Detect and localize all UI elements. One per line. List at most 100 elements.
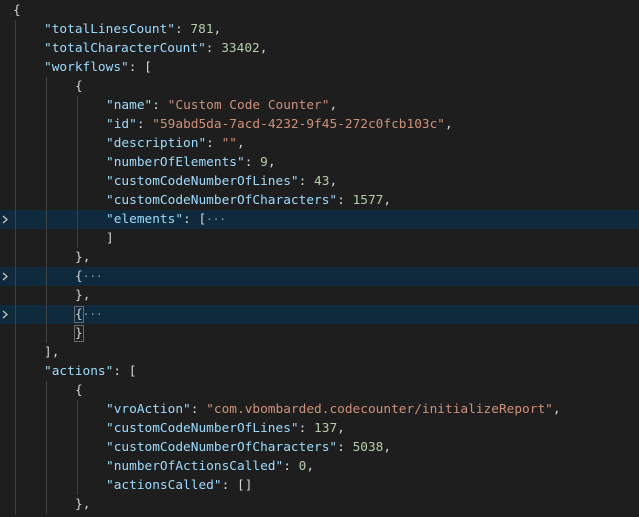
indent-guide <box>46 438 47 457</box>
json-punctuation: : [ <box>183 212 207 227</box>
indent-guide <box>15 400 16 419</box>
code-line[interactable]: ] <box>0 229 639 248</box>
indent-guide <box>15 58 16 77</box>
json-key: "workflows" <box>44 60 129 75</box>
chevron-right-icon[interactable] <box>1 272 10 281</box>
json-key: "customCodeNumberOfCharacters" <box>106 193 338 208</box>
code-line[interactable]: {··· <box>0 267 639 286</box>
json-number: 33402 <box>221 41 260 56</box>
code-line[interactable]: { <box>0 77 639 96</box>
code-text: }, <box>75 495 90 514</box>
indent-guide <box>77 400 78 419</box>
json-punctuation: , <box>329 98 338 113</box>
code-line[interactable]: "numberOfActionsCalled": 0, <box>0 457 639 476</box>
json-number: 1577 <box>352 193 384 208</box>
code-text: "description": "", <box>106 134 245 153</box>
json-key: "totalLinesCount" <box>44 22 175 37</box>
code-line[interactable]: }, <box>0 495 639 514</box>
indent-guide <box>46 267 47 286</box>
code-line[interactable]: { <box>0 381 639 400</box>
json-punctuation: , <box>383 193 392 208</box>
json-punctuation: } <box>74 325 84 342</box>
code-text: ] <box>106 229 114 248</box>
indent-guide <box>15 191 16 210</box>
code-line[interactable]: "totalCharacterCount": 33402, <box>0 39 639 58</box>
code-text: "totalCharacterCount": 33402, <box>44 39 267 58</box>
json-punctuation: : <box>152 98 168 113</box>
indent-guide <box>15 96 16 115</box>
json-punctuation: : <box>337 440 353 455</box>
json-punctuation: }, <box>75 250 91 265</box>
json-punctuation: : <box>337 193 353 208</box>
json-key: "numberOfActionsCalled" <box>106 459 284 474</box>
json-number: 137 <box>314 421 338 436</box>
folded-ellipsis[interactable]: ··· <box>83 308 103 321</box>
indent-guide <box>46 229 47 248</box>
indent-guide <box>46 400 47 419</box>
code-line[interactable]: "id": "59abd5da-7acd-4232-9f45-272c0fcb1… <box>0 115 639 134</box>
code-line[interactable]: "workflows": [ <box>0 58 639 77</box>
indent-guide <box>15 343 16 362</box>
indent-guide <box>77 210 78 229</box>
json-key: "id" <box>106 117 137 132</box>
indent-guide <box>77 438 78 457</box>
code-text: "numberOfActionsCalled": 0, <box>106 457 314 476</box>
indent-guide <box>46 476 47 495</box>
indent-guide <box>46 286 47 305</box>
json-key: "actionsCalled" <box>106 478 222 493</box>
indent-guide <box>15 20 16 39</box>
code-line[interactable]: {··· <box>0 305 639 324</box>
indent-guide <box>15 476 16 495</box>
code-line[interactable]: "customCodeNumberOfCharacters": 1577, <box>0 191 639 210</box>
indent-guide <box>46 324 47 343</box>
json-key: "elements" <box>106 212 184 227</box>
code-text: "customCodeNumberOfLines": 43, <box>106 172 337 191</box>
json-punctuation: , <box>306 459 315 474</box>
code-line[interactable]: "totalLinesCount": 781, <box>0 20 639 39</box>
json-number: 781 <box>190 22 214 37</box>
code-text: "actionsCalled": [] <box>106 476 252 495</box>
folded-ellipsis[interactable]: ··· <box>206 213 226 226</box>
code-line[interactable]: "customCodeNumberOfCharacters": 5038, <box>0 438 639 457</box>
code-line[interactable]: "description": "", <box>0 134 639 153</box>
indent-guide <box>77 457 78 476</box>
indent-guide <box>15 286 16 305</box>
code-line[interactable]: }, <box>0 248 639 267</box>
json-punctuation: : <box>298 421 315 436</box>
indent-guide <box>77 419 78 438</box>
indent-guide <box>15 305 16 324</box>
json-punctuation: : <box>244 155 261 170</box>
code-line[interactable]: "vroAction": "com.vbombarded.codecounter… <box>0 400 639 419</box>
code-line[interactable]: } <box>0 324 639 343</box>
indent-guide <box>15 438 16 457</box>
code-text: "customCodeNumberOfCharacters": 1577, <box>106 191 391 210</box>
code-text: "customCodeNumberOfCharacters": 5038, <box>106 438 391 457</box>
json-key: "actions" <box>44 364 114 379</box>
code-line[interactable]: }, <box>0 286 639 305</box>
code-editor[interactable]: {"totalLinesCount": 781, "totalCharacterC… <box>0 0 639 517</box>
json-punctuation: }, <box>75 288 91 303</box>
indent-guide <box>46 381 47 400</box>
code-line[interactable]: "actionsCalled": [] <box>0 476 639 495</box>
code-line[interactable]: { <box>0 1 639 20</box>
code-line[interactable]: "name": "Custom Code Counter", <box>0 96 639 115</box>
code-text: ], <box>44 343 59 362</box>
indent-guide <box>46 248 47 267</box>
code-line[interactable]: "numberOfElements": 9, <box>0 153 639 172</box>
chevron-right-icon[interactable] <box>1 310 10 319</box>
indent-guide <box>15 115 16 134</box>
indent-guide <box>46 191 47 210</box>
indent-guide <box>15 229 16 248</box>
code-line[interactable]: "customCodeNumberOfLines": 43, <box>0 172 639 191</box>
indent-guide <box>15 172 16 191</box>
json-punctuation: : <box>174 22 191 37</box>
folded-ellipsis[interactable]: ··· <box>83 270 103 283</box>
code-line[interactable]: "customCodeNumberOfLines": 137, <box>0 419 639 438</box>
code-text: "customCodeNumberOfLines": 137, <box>106 419 345 438</box>
chevron-right-icon[interactable] <box>1 215 10 224</box>
code-line[interactable]: ], <box>0 343 639 362</box>
json-key: "customCodeNumberOfCharacters" <box>106 440 338 455</box>
json-key: "vroAction" <box>106 402 191 417</box>
code-line[interactable]: "elements": [··· <box>0 210 639 229</box>
code-line[interactable]: "actions": [ <box>0 362 639 381</box>
